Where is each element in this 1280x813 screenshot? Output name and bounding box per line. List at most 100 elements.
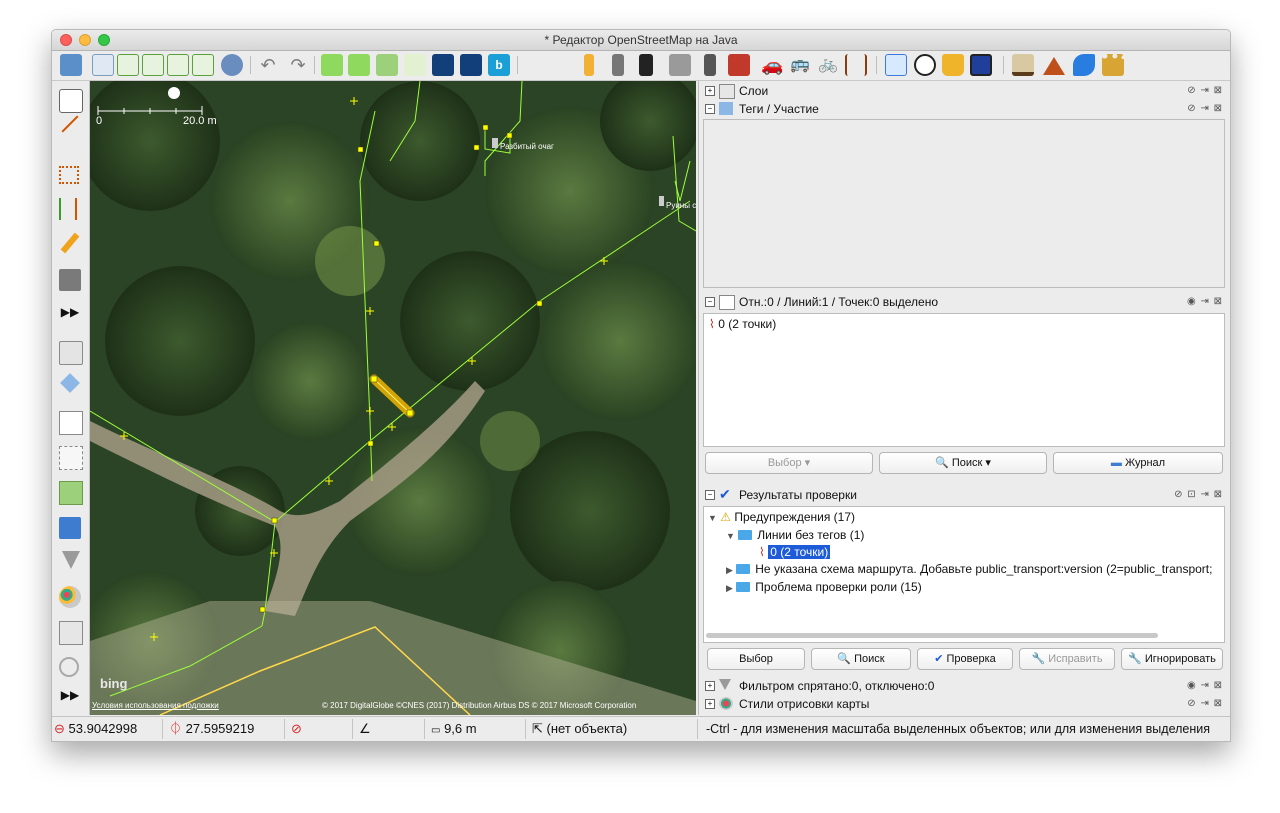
folder-icon [736,564,751,574]
expanded-arrow-icon[interactable]: ▼ [726,531,735,541]
validator-panel-header[interactable]: − ✔ Результаты проверки ⊘ ⊡ ⇥ ⊠ [703,487,1227,503]
road-icon[interactable] [584,54,594,76]
filter-panel-header[interactable]: + Фильтром спрятано:0, отключено:0 ◉ ⇥ ⊠ [703,678,1227,694]
more-panels-icon[interactable]: ▶▶ [59,684,81,706]
tree-node-untagged[interactable]: ▼ Линии без тегов (1) [726,527,864,544]
building-tool-icon[interactable] [59,269,81,291]
user-list-icon[interactable] [59,446,83,470]
more-tools-icon[interactable]: ▶▶ [59,301,81,323]
peak-icon[interactable] [1043,57,1065,75]
bing-icon[interactable]: b [488,54,510,76]
map-view[interactable]: 0 20.0 m Разбитый очаг Руины с bing Усло… [90,81,696,715]
tree-leaf-selected[interactable]: ⌇ 0 (2 точки) [759,544,831,560]
layers-toggle-icon[interactable] [59,341,83,365]
expanded-arrow-icon[interactable]: ▼ [708,513,717,523]
horizontal-scrollbar[interactable] [706,633,1158,638]
bicycle-icon[interactable]: 🚲 [817,54,839,76]
zoom-best-fit-icon[interactable] [321,54,343,76]
hotel-icon[interactable] [885,54,907,76]
attribution-link[interactable]: Условия использования подложки [92,701,219,710]
validator-tree[interactable]: ▼ ⚠ Предупреждения (17) ▼ Линии без тего… [703,506,1225,643]
pencil-icon[interactable] [60,232,80,254]
ruler-icon: ▭ [431,725,441,736]
railway-icon[interactable] [845,54,867,76]
castle-icon[interactable] [1102,54,1124,76]
selection-list[interactable]: ⌇ 0 (2 точки) [703,313,1225,447]
tree-node-warnings[interactable]: ▼ ⚠ Предупреждения (17) [708,509,855,526]
collapsed-arrow-icon[interactable]: ▶ [726,565,733,575]
changeset-icon[interactable] [59,621,83,645]
rail-icon[interactable] [639,54,653,76]
collapse-icon[interactable]: − [705,104,715,114]
conflict-icon[interactable] [59,481,83,505]
parallel-tool-icon[interactable] [59,198,77,220]
open-location-icon[interactable] [92,54,114,76]
distance-field: ▭ 9,6 m [427,719,526,739]
download-along-icon[interactable] [142,54,164,76]
select-tool-icon[interactable] [59,89,83,113]
expand-icon[interactable]: + [705,86,715,96]
layers-panel-header[interactable]: + Слои ⊘ ⇥ ⊠ [703,83,1227,99]
mappaint-panel-header[interactable]: + Стили отрисовки карты ⊘ ⇥ ⊠ [703,696,1227,712]
collapse-icon[interactable]: − [705,490,715,500]
tree-node-role-problem[interactable]: ▶ Проблема проверки роли (15) [726,579,922,596]
split-way-icon[interactable] [460,54,482,76]
map-canvas[interactable] [90,81,696,715]
motorway-icon[interactable] [612,54,624,76]
wms-icon[interactable] [376,54,398,76]
wall-icon[interactable] [728,54,750,76]
tree-node-no-scheme[interactable]: ▶ Не указана схема маршрута. Добавьте pu… [726,561,1212,578]
download-icon[interactable] [117,54,139,76]
title-bar: * Редактор OpenStreetMap на Java [52,30,1230,51]
list-item[interactable]: ⌇ 0 (2 точки) [709,316,776,332]
preferences-icon[interactable] [221,54,243,76]
expand-icon[interactable]: + [705,681,715,691]
collapsed-arrow-icon[interactable]: ▶ [726,583,733,593]
validator-search-button[interactable]: 🔍 Поиск [811,648,911,670]
validate-button[interactable]: ✔ Проверка [917,648,1013,670]
tags-panel-header[interactable]: − Теги / Участие ⊘ ⇥ ⊠ [703,101,1227,117]
industrial-icon[interactable] [1012,54,1034,76]
filter-icon[interactable] [62,551,80,569]
panel-controls[interactable]: ⊘ ⇥ ⊠ [1187,696,1223,712]
football-icon[interactable] [914,54,936,76]
fix-button[interactable]: 🔧 Исправить [1019,648,1115,670]
improve-way-icon[interactable] [59,166,79,184]
waterway-icon[interactable] [1073,54,1095,76]
collapse-icon[interactable]: − [705,297,715,307]
tags-toggle-icon[interactable] [60,373,80,393]
shop-icon[interactable] [942,54,964,76]
select-button[interactable]: Выбор ▾ [705,452,873,474]
validator-icon[interactable] [59,517,81,539]
expand-icon[interactable]: + [705,699,715,709]
combine-way-icon[interactable] [432,54,454,76]
panel-controls[interactable]: ◉ ⇥ ⊠ [1187,678,1223,694]
undo-icon[interactable]: ↶ [257,54,279,76]
parking-icon[interactable] [669,54,691,76]
minimap-icon[interactable] [59,657,79,677]
bus-icon[interactable]: 🚌 [789,54,811,76]
car-icon[interactable]: 🚗 [761,54,783,76]
validator-select-button[interactable]: Выбор [707,648,805,670]
panel-controls[interactable]: ⊘ ⊡ ⇥ ⊠ [1174,487,1223,503]
zoom-to-data-icon[interactable] [348,54,370,76]
search-icon[interactable] [404,54,426,76]
panel-controls[interactable]: ⊘ ⇥ ⊠ [1187,101,1223,117]
open-file-icon[interactable] [60,54,82,76]
map-style-icon[interactable] [59,586,81,608]
redo-icon[interactable]: ↷ [287,54,309,76]
search-button[interactable]: 🔍 Поиск ▾ [879,452,1047,474]
selection-toggle-icon[interactable] [59,411,83,435]
upload-icon[interactable] [167,54,189,76]
zoom-slider-knob[interactable] [168,87,180,99]
building-icon[interactable] [704,54,716,76]
save-icon[interactable] [192,54,214,76]
draw-tool-icon[interactable] [61,115,79,133]
panel-controls[interactable]: ◉ ⇥ ⊠ [1187,294,1223,310]
info-icon[interactable] [970,54,992,76]
selection-panel-header[interactable]: − Отн.:0 / Линий:1 / Точек:0 выделено ◉ … [703,294,1227,310]
angle-field: ∠ [355,719,425,739]
panel-controls[interactable]: ⊘ ⇥ ⊠ [1187,83,1223,99]
ignore-button[interactable]: 🔧 Игнорировать [1121,648,1223,670]
history-button[interactable]: ▬ Журнал [1053,452,1223,474]
